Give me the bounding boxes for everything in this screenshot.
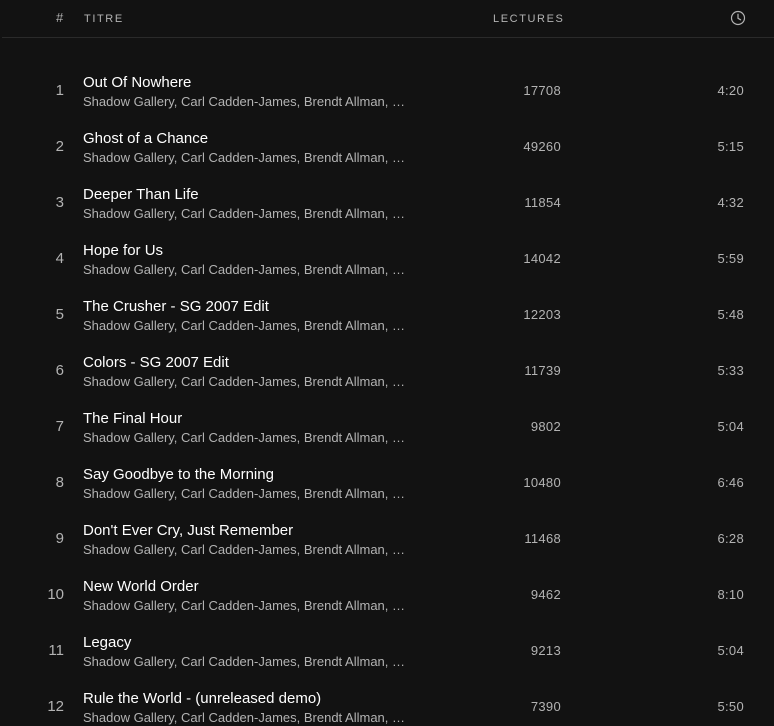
- track-plays: 17708: [523, 83, 561, 98]
- track-row[interactable]: 3 Deeper Than Life Shadow Gallery, Carl Ca…: [0, 172, 774, 228]
- track-artists[interactable]: Shadow Gallery, Carl Cadden-James, Brend…: [83, 149, 435, 166]
- track-artists[interactable]: Shadow Gallery, Carl Cadden-James, Brend…: [83, 205, 435, 222]
- track-title[interactable]: Rule the World - (unreleased demo): [83, 689, 321, 708]
- track-plays: 9462: [530, 587, 561, 602]
- track-title[interactable]: Legacy: [83, 633, 131, 652]
- track-duration: 6:28: [717, 531, 744, 546]
- track-number: 1: [55, 82, 64, 99]
- track-number: 10: [47, 586, 64, 603]
- tracklist-header: # TITRE LECTURES: [2, 0, 774, 38]
- track-number: 4: [55, 250, 64, 267]
- track-title[interactable]: Say Goodbye to the Morning: [83, 465, 274, 484]
- track-row[interactable]: 12 Rule the World - (unreleased demo) Shad…: [0, 676, 774, 726]
- track-row[interactable]: 11 Legacy Shadow Gallery, Carl Cadden-Jame…: [0, 620, 774, 676]
- track-plays: 11468: [524, 531, 561, 546]
- track-row[interactable]: 10 New World Order Shadow Gallery, Carl Ca…: [0, 564, 774, 620]
- track-artists[interactable]: Shadow Gallery, Carl Cadden-James, Brend…: [83, 485, 435, 502]
- track-artists[interactable]: Shadow Gallery, Carl Cadden-James, Brend…: [83, 597, 435, 614]
- track-duration: 5:04: [717, 419, 744, 434]
- track-duration: 4:32: [717, 195, 744, 210]
- track-row[interactable]: 4 Hope for Us Shadow Gallery, Carl Cadden-…: [0, 228, 774, 284]
- track-artists[interactable]: Shadow Gallery, Carl Cadden-James, Brend…: [83, 653, 435, 670]
- track-number: 11: [48, 642, 64, 659]
- track-number: 8: [55, 474, 64, 491]
- track-duration: 8:10: [717, 587, 744, 602]
- track-title[interactable]: New World Order: [83, 577, 199, 596]
- track-title[interactable]: Out Of Nowhere: [83, 73, 191, 92]
- track-row[interactable]: 6 Colors - SG 2007 Edit Shadow Gallery, Ca…: [0, 340, 774, 396]
- track-duration: 6:46: [717, 475, 744, 490]
- track-title[interactable]: Colors - SG 2007 Edit: [83, 353, 229, 372]
- track-plays: 11854: [524, 195, 561, 210]
- track-title[interactable]: Ghost of a Chance: [83, 129, 208, 148]
- track-row[interactable]: 2 Ghost of a Chance Shadow Gallery, Carl C…: [0, 116, 774, 172]
- track-duration: 5:50: [717, 699, 744, 714]
- track-plays: 9213: [530, 643, 561, 658]
- track-duration: 5:59: [717, 251, 744, 266]
- track-number: 2: [55, 138, 64, 155]
- track-plays: 49260: [523, 139, 561, 154]
- track-plays: 12203: [523, 307, 561, 322]
- track-artists[interactable]: Shadow Gallery, Carl Cadden-James, Brend…: [83, 317, 435, 334]
- track-row[interactable]: 8 Say Goodbye to the Morning Shadow Galler…: [0, 452, 774, 508]
- track-plays: 7390: [530, 699, 561, 714]
- track-number: 6: [55, 362, 64, 379]
- track-artists[interactable]: Shadow Gallery, Carl Cadden-James, Brend…: [83, 261, 435, 278]
- header-plays[interactable]: LECTURES: [493, 12, 564, 26]
- track-row[interactable]: 9 Don't Ever Cry, Just Remember Shadow Gal…: [0, 508, 774, 564]
- track-duration: 5:48: [717, 307, 744, 322]
- track-number: 7: [55, 418, 64, 435]
- track-row[interactable]: 7 The Final Hour Shadow Gallery, Carl Cadd…: [0, 396, 774, 452]
- track-title[interactable]: The Crusher - SG 2007 Edit: [83, 297, 269, 316]
- track-number: 3: [55, 194, 64, 211]
- track-title[interactable]: Hope for Us: [83, 241, 163, 260]
- clock-icon[interactable]: [730, 10, 746, 26]
- track-artists[interactable]: Shadow Gallery, Carl Cadden-James, Brend…: [83, 541, 435, 558]
- track-number: 12: [47, 698, 64, 715]
- track-artists[interactable]: Shadow Gallery, Carl Cadden-James, Brend…: [83, 373, 435, 390]
- track-plays: 10480: [523, 475, 561, 490]
- track-plays: 9802: [530, 419, 561, 434]
- track-row[interactable]: 1 Out Of Nowhere Shadow Gallery, Carl Cadd…: [0, 60, 774, 116]
- track-row[interactable]: 5 The Crusher - SG 2007 Edit Shadow Galler…: [0, 284, 774, 340]
- track-artists[interactable]: Shadow Gallery, Carl Cadden-James, Brend…: [83, 709, 435, 726]
- track-number: 9: [55, 530, 64, 547]
- track-artists[interactable]: Shadow Gallery, Carl Cadden-James, Brend…: [83, 93, 435, 110]
- track-duration: 4:20: [717, 83, 744, 98]
- track-title[interactable]: Deeper Than Life: [83, 185, 199, 204]
- tracklist: # TITRE LECTURES 1 Out Of Nowhere Shadow G…: [0, 0, 774, 726]
- track-duration: 5:33: [717, 363, 744, 378]
- track-duration: 5:04: [717, 643, 744, 658]
- track-plays: 14042: [523, 251, 561, 266]
- track-title[interactable]: The Final Hour: [83, 409, 182, 428]
- header-number: #: [56, 10, 64, 25]
- track-duration: 5:15: [717, 139, 744, 154]
- track-title[interactable]: Don't Ever Cry, Just Remember: [83, 521, 293, 540]
- track-number: 5: [55, 306, 64, 323]
- track-plays: 11739: [524, 363, 561, 378]
- track-artists[interactable]: Shadow Gallery, Carl Cadden-James, Brend…: [83, 429, 435, 446]
- header-title[interactable]: TITRE: [84, 12, 124, 26]
